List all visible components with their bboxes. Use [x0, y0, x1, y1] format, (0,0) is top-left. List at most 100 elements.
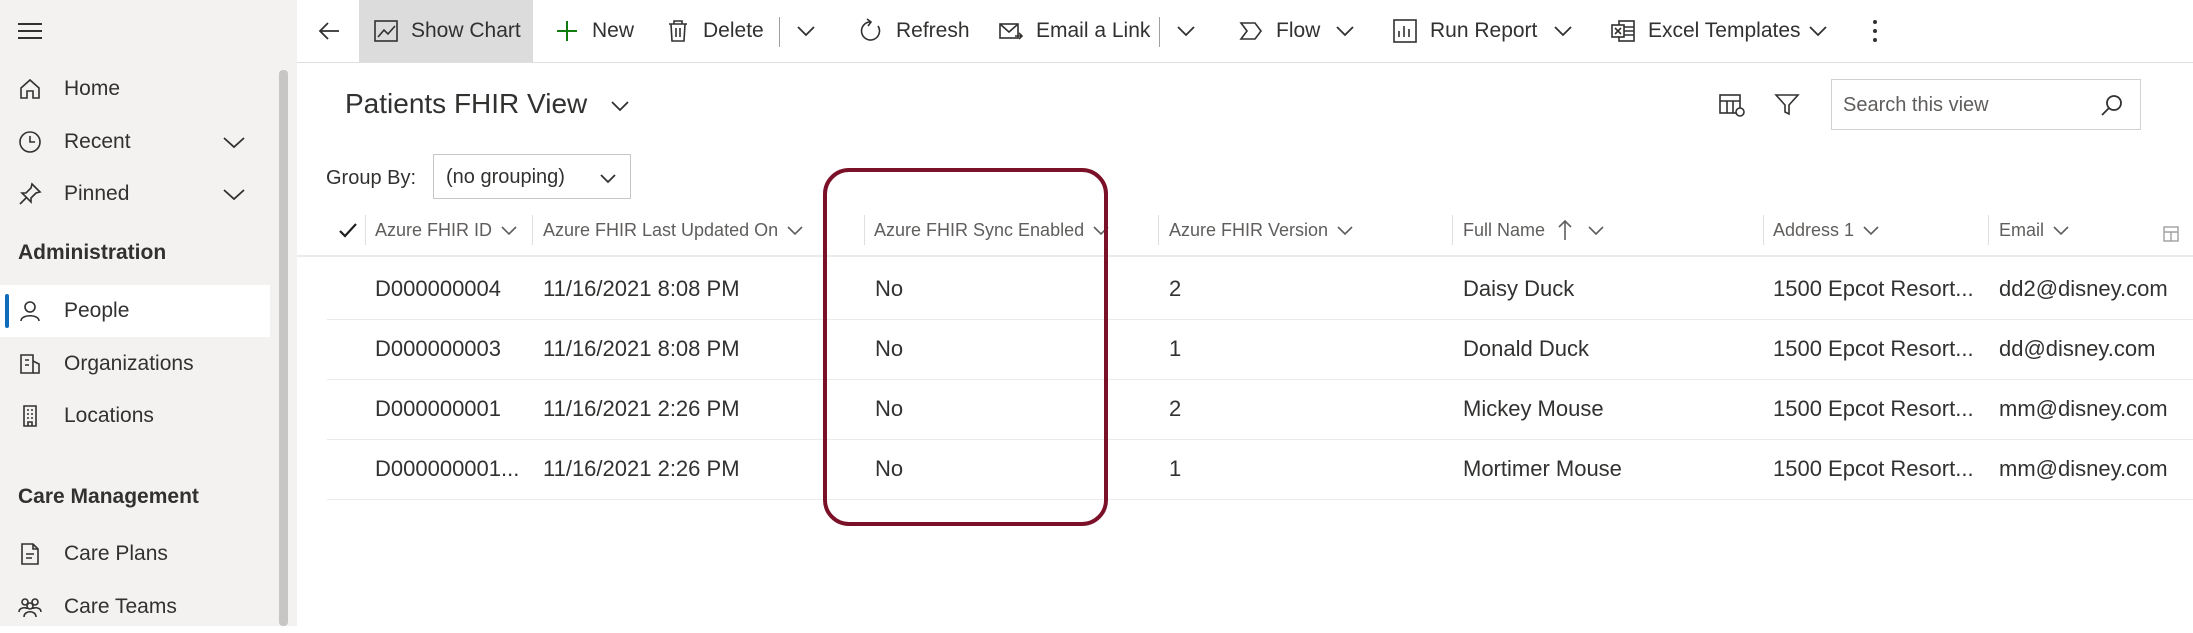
email-link-button[interactable]: Email a Link — [998, 0, 1150, 62]
sidebar-item-recent[interactable]: Recent — [0, 116, 270, 168]
report-icon — [1392, 18, 1418, 44]
sidebar-scrollbar[interactable] — [279, 70, 288, 626]
chevron-down-icon — [2052, 221, 2070, 239]
cell-email[interactable]: dd2@disney.com — [1999, 276, 2168, 302]
pin-icon — [18, 182, 42, 206]
sidebar-item-organizations[interactable]: Organizations — [0, 338, 270, 390]
table-row[interactable]: D000000001... 11/16/2021 2:26 PM No 1 Mo… — [327, 439, 2193, 500]
column-header-label: Azure FHIR Version — [1169, 219, 1329, 240]
group-by-select[interactable]: (no grouping) — [433, 154, 631, 199]
cell-email[interactable]: dd@disney.com — [1999, 336, 2155, 362]
search-icon[interactable] — [2100, 93, 2124, 117]
search-placeholder: Search this view — [1843, 94, 1989, 116]
more-commands-button[interactable] — [1872, 0, 1892, 62]
group-by-value: (no grouping) — [446, 166, 565, 188]
column-divider — [1158, 215, 1159, 245]
table-row[interactable]: D000000001 11/16/2021 2:26 PM No 2 Micke… — [327, 379, 2193, 440]
chevron-down-icon[interactable] — [1335, 21, 1355, 41]
cell-fhir-version: 1 — [1169, 336, 1182, 361]
column-divider — [532, 215, 533, 245]
chevron-down-icon[interactable] — [610, 96, 630, 116]
cell-fhir-version: 2 — [1169, 396, 1182, 421]
cell-full-name[interactable]: Donald Duck — [1463, 336, 1589, 362]
cell-full-name[interactable]: Daisy Duck — [1463, 276, 1574, 302]
chevron-down-icon — [1336, 221, 1354, 239]
refresh-icon — [858, 18, 884, 44]
chevron-down-icon[interactable] — [1176, 21, 1196, 41]
cell-email[interactable]: mm@disney.com — [1999, 456, 2168, 482]
hamburger-menu-icon[interactable] — [18, 20, 44, 42]
refresh-label: Refresh — [896, 19, 970, 42]
plus-icon — [554, 18, 580, 44]
cell-full-name[interactable]: Mortimer Mouse — [1463, 456, 1622, 482]
column-header-address-1[interactable]: Address 1 — [1773, 205, 1880, 255]
excel-templates-button[interactable]: Excel Templates — [1610, 0, 1801, 62]
refresh-button[interactable]: Refresh — [858, 0, 970, 62]
select-all-checkmark-icon[interactable] — [338, 220, 358, 240]
cell-azure-fhir-id[interactable]: D000000004 — [375, 276, 501, 302]
new-button[interactable]: New — [554, 0, 634, 62]
sidebar-item-label: Locations — [64, 404, 154, 427]
section-heading-care-management: Care Management — [18, 485, 199, 508]
view-title[interactable]: Patients FHIR View — [345, 88, 587, 120]
cell-address-1: 1500 Epcot Resort... — [1773, 276, 1974, 301]
sidebar-item-care-teams[interactable]: Care Teams — [0, 581, 270, 633]
email-link-icon — [998, 18, 1024, 44]
excel-icon — [1610, 18, 1636, 44]
sidebar-item-label: Recent — [64, 130, 131, 153]
column-divider — [1763, 215, 1764, 245]
sidebar-item-label: People — [64, 299, 130, 322]
sidebar-item-care-plans[interactable]: Care Plans — [0, 528, 270, 580]
column-divider — [1452, 215, 1453, 245]
more-vertical-icon — [1872, 18, 1878, 44]
new-label: New — [592, 19, 635, 42]
arrow-left-icon — [317, 18, 343, 44]
edit-columns-icon[interactable] — [1718, 92, 1746, 118]
run-report-button[interactable]: Run Report — [1392, 0, 1537, 62]
chevron-down-icon[interactable] — [1553, 21, 1573, 41]
sidebar-item-locations[interactable]: Locations — [0, 390, 270, 442]
run-report-label: Run Report — [1430, 19, 1538, 42]
chevron-down-icon[interactable] — [222, 184, 246, 204]
sidebar-item-home[interactable]: Home — [0, 63, 270, 115]
cell-azure-fhir-id[interactable]: D000000001... — [375, 456, 519, 482]
clock-icon — [18, 130, 42, 154]
column-header-label: Address 1 — [1773, 219, 1855, 240]
column-header-label: Full Name — [1463, 219, 1546, 240]
show-chart-button[interactable]: Show Chart — [359, 0, 533, 62]
cell-full-name[interactable]: Mickey Mouse — [1463, 396, 1604, 422]
column-header-full-name[interactable]: Full Name — [1463, 205, 1605, 255]
email-link-label: Email a Link — [1036, 19, 1151, 42]
home-icon — [18, 77, 42, 101]
column-divider — [365, 215, 366, 245]
sort-ascending-arrow-icon — [1557, 219, 1573, 241]
column-header-email[interactable]: Email — [1999, 205, 2070, 255]
cell-azure-fhir-id[interactable]: D000000001 — [375, 396, 501, 422]
flow-button[interactable]: Flow — [1238, 0, 1320, 62]
chevron-down-icon[interactable] — [796, 21, 816, 41]
chevron-down-icon — [1587, 221, 1605, 239]
chevron-down-icon[interactable] — [222, 132, 246, 152]
table-row[interactable]: D000000004 11/16/2021 8:08 PM No 2 Daisy… — [327, 259, 2193, 320]
sidebar-item-people[interactable]: People — [0, 285, 270, 337]
column-divider — [1988, 215, 1989, 245]
column-header-label: Azure FHIR ID — [375, 219, 493, 240]
back-button[interactable] — [317, 0, 351, 62]
flow-icon — [1238, 18, 1264, 44]
cell-azure-fhir-id[interactable]: D000000003 — [375, 336, 501, 362]
column-header-azure-fhir-last-updated-on[interactable]: Azure FHIR Last Updated On — [543, 205, 804, 255]
column-header-azure-fhir-id[interactable]: Azure FHIR ID — [375, 205, 518, 255]
filter-icon[interactable] — [1774, 93, 1800, 117]
cell-email[interactable]: mm@disney.com — [1999, 396, 2168, 422]
sidebar-item-pinned[interactable]: Pinned — [0, 168, 270, 220]
chevron-down-icon[interactable] — [1808, 21, 1828, 41]
column-header-azure-fhir-version[interactable]: Azure FHIR Version — [1169, 205, 1354, 255]
table-row[interactable]: D000000003 11/16/2021 8:08 PM No 1 Donal… — [327, 319, 2193, 380]
search-input[interactable]: Search this view — [1831, 79, 2141, 130]
grid-header-divider — [297, 255, 2193, 257]
cell-fhir-version: 2 — [1169, 276, 1182, 301]
chart-icon — [373, 18, 399, 44]
delete-button[interactable]: Delete — [665, 0, 764, 62]
sidebar-item-label: Care Plans — [64, 542, 168, 565]
column-options-icon[interactable] — [2162, 225, 2180, 243]
